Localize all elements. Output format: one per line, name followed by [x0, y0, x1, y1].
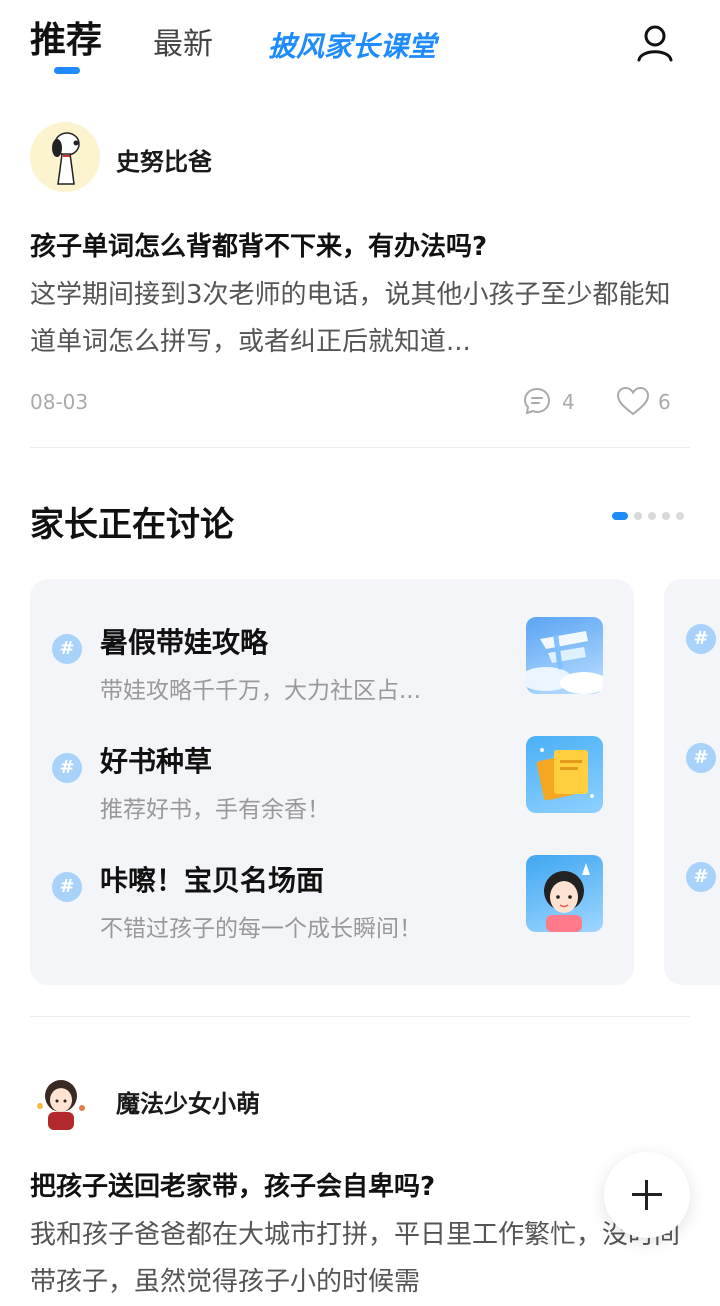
comment-icon[interactable] [522, 386, 552, 416]
pagination-dot [634, 512, 642, 520]
author-name[interactable]: 魔法少女小萌 [116, 1084, 260, 1119]
hashtag-icon: # [686, 624, 716, 654]
post-title[interactable]: 孩子单词怎么背都背不下来，有办法吗? [30, 226, 487, 263]
kid-photo-icon [544, 863, 590, 932]
pagination-dot [648, 512, 656, 520]
author-name[interactable]: 史努比爸 [116, 142, 212, 177]
topic-description: 推荐好书，手有余香！ [100, 797, 330, 823]
topic-item[interactable]: # 暑假带娃攻略 带娃攻略千千万，大力社区占... [30, 617, 634, 719]
pagination-dot [676, 512, 684, 520]
divider [30, 1016, 690, 1017]
post-title[interactable]: 把孩子送回老家带，孩子会自卑吗? [30, 1166, 435, 1203]
author-avatar[interactable] [30, 1072, 92, 1134]
active-tab-indicator [54, 67, 80, 74]
carousel-pagination [612, 512, 692, 520]
anime-girl-avatar-icon [37, 1080, 85, 1130]
create-post-button[interactable] [604, 1152, 690, 1238]
like-count: 6 [658, 390, 671, 414]
post-excerpt[interactable]: 我和孩子爸爸都在大城市打拼，平日里工作繁忙，没时间带孩子，虽然觉得孩子小的时候需 [30, 1212, 690, 1306]
book-icon [536, 748, 594, 801]
hashtag-icon: # [52, 634, 82, 664]
hashtag-icon: # [52, 872, 82, 902]
snoopy-avatar-icon [52, 132, 80, 185]
pagination-dot-active [612, 512, 628, 520]
topic-description: 带娃攻略千千万，大力社区占... [100, 678, 421, 704]
plus-icon [645, 1180, 648, 1210]
author-avatar[interactable] [30, 122, 100, 192]
user-profile-icon[interactable] [634, 22, 676, 64]
post-excerpt[interactable]: 这学期间接到3次老师的电话，说其他小孩子至少都能知道单词怎么拼写，或者纠正后就知… [30, 272, 690, 366]
topic-description: 不错过孩子的每一个成长瞬间！ [100, 916, 422, 942]
pagination-dot [662, 512, 670, 520]
top-nav: 推荐 最新 披风家长课堂 [0, 0, 720, 90]
like-heart-icon[interactable] [616, 386, 650, 416]
topic-carousel-card-next[interactable]: # # # [664, 579, 720, 985]
topic-title[interactable]: 暑假带娃攻略 [100, 621, 268, 661]
post-card[interactable]: 史努比爸 孩子单词怎么背都背不下来，有办法吗? 这学期间接到3次老师的电话，说其… [30, 122, 690, 422]
divider [30, 447, 690, 448]
topic-thumbnail[interactable] [526, 617, 603, 694]
post-card[interactable]: 魔法少女小萌 把孩子送回老家带，孩子会自卑吗? 我和孩子爸爸都在大城市打拼，平日… [30, 1072, 690, 1297]
tab-recommend[interactable]: 推荐 [30, 18, 102, 64]
section-title: 家长正在讨论 [30, 505, 234, 545]
tab-latest[interactable]: 最新 [153, 22, 213, 68]
hashtag-icon: # [686, 743, 716, 773]
summer-guide-icon [526, 631, 603, 694]
topic-title[interactable]: 好书种草 [100, 740, 212, 780]
topic-carousel-card[interactable]: # 暑假带娃攻略 带娃攻略千千万，大力社区占... # 好书种草 推荐好书，手有… [30, 579, 634, 985]
hashtag-icon: # [686, 862, 716, 892]
comment-count: 4 [562, 390, 575, 414]
post-date: 08-03 [30, 390, 89, 414]
topic-item[interactable]: # 咔嚓！宝贝名场面 不错过孩子的每一个成长瞬间！ [30, 855, 634, 957]
hashtag-icon: # [52, 753, 82, 783]
tab-parent-class[interactable]: 披风家长课堂 [268, 24, 436, 70]
topic-item[interactable]: # 好书种草 推荐好书，手有余香！ [30, 736, 634, 838]
topic-thumbnail[interactable] [526, 855, 603, 932]
topic-thumbnail[interactable] [526, 736, 603, 813]
topic-title[interactable]: 咔嚓！宝贝名场面 [100, 859, 324, 899]
